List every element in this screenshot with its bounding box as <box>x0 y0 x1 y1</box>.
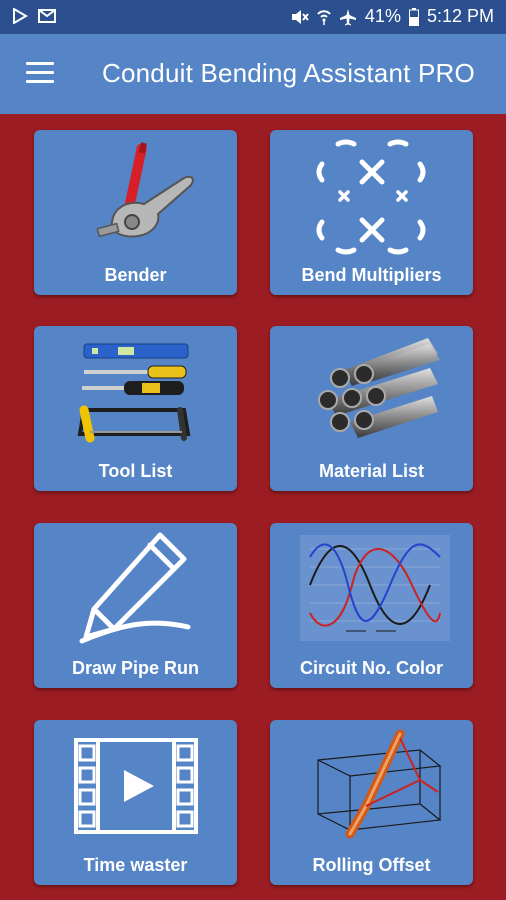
bend-multipliers-icon <box>316 139 426 255</box>
mute-icon <box>291 9 309 24</box>
video-icon <box>74 738 198 834</box>
tile-label: Circuit No. Color <box>300 658 443 678</box>
tile-tool-list[interactable]: Tool List <box>34 326 237 491</box>
rolling-offset-icon <box>317 729 442 839</box>
tile-bender[interactable]: Bender <box>34 130 237 295</box>
pencil-icon <box>79 532 191 644</box>
pipes-icon <box>318 338 440 438</box>
sine-waves-icon <box>300 535 450 641</box>
tile-label: Rolling Offset <box>312 855 431 875</box>
tile-rolling-offset[interactable]: Rolling Offset <box>270 720 473 885</box>
clock: 5:12 PM <box>426 6 494 26</box>
tools-icon <box>77 343 191 443</box>
tile-label: Time waster <box>83 855 188 875</box>
tile-label: Bend Multipliers <box>301 265 442 285</box>
tile-draw-pipe-run[interactable]: Draw Pipe Run <box>34 523 237 688</box>
bender-icon <box>96 142 194 238</box>
airplane-icon <box>339 8 356 25</box>
app-title: Conduit Bending Assistant PRO <box>102 58 475 88</box>
tile-time-waster[interactable]: Time waster <box>34 720 237 885</box>
tile-bend-multipliers[interactable]: Bend Multipliers <box>270 130 473 295</box>
tile-circuit-no-color[interactable]: Circuit No. Color <box>270 523 473 688</box>
wifi-icon <box>317 9 331 25</box>
tile-material-list[interactable]: Material List <box>270 326 473 491</box>
tile-label: Material List <box>318 461 425 481</box>
tile-label: Tool List <box>98 461 173 481</box>
app-bar: Conduit Bending Assistant PRO <box>0 34 506 114</box>
battery-percent: 41% <box>364 6 401 26</box>
tile-label: Draw Pipe Run <box>71 658 200 678</box>
mail-icon <box>38 9 56 23</box>
play-store-icon <box>13 8 28 24</box>
hamburger-menu-icon[interactable] <box>26 62 54 84</box>
tile-label: Bender <box>104 265 167 285</box>
status-bar: 41% 5:12 PM <box>0 0 506 34</box>
battery-icon <box>408 7 419 26</box>
